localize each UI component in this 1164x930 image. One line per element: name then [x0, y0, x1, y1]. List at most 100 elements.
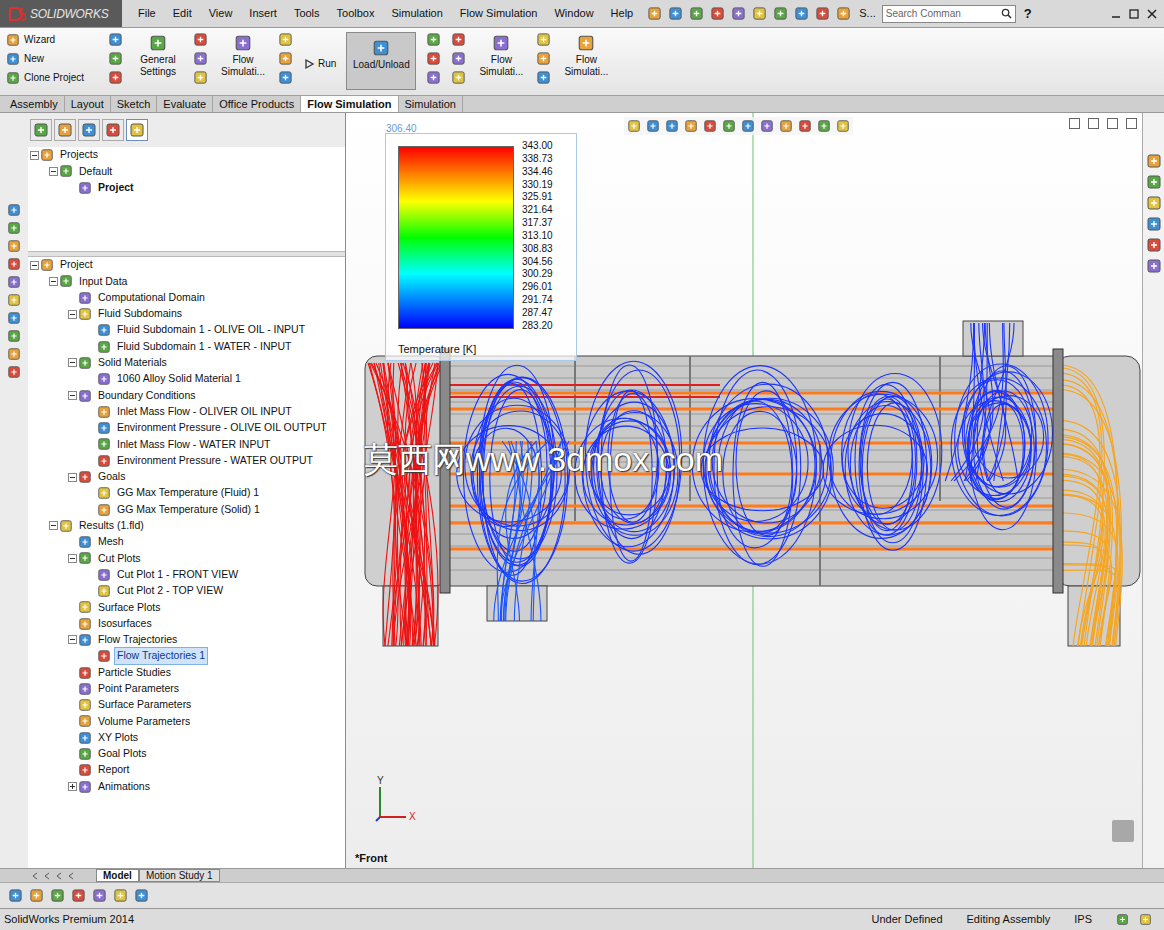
tab[interactable]: Assembly: [4, 96, 65, 112]
tree-item[interactable]: Goals: [28, 469, 345, 485]
viewport-control-icon[interactable]: [1106, 117, 1119, 130]
tree-item[interactable]: Particle Studies: [28, 664, 345, 680]
menu-item[interactable]: Window: [554, 5, 593, 22]
tree-item[interactable]: Projects: [28, 147, 345, 163]
tree-item[interactable]: XY Plots: [28, 730, 345, 746]
tree-item[interactable]: Computational Domain: [28, 290, 345, 306]
tab[interactable]: Evaluate: [157, 96, 213, 112]
tree-item[interactable]: Goal Plots: [28, 746, 345, 762]
tree-item[interactable]: Environment Pressure - WATER OUTPUT: [28, 453, 345, 469]
command-button[interactable]: Flow Simulati...: [561, 32, 611, 77]
panel-tab[interactable]: [78, 119, 100, 141]
menu-overflow[interactable]: S...: [859, 5, 876, 22]
menu-item[interactable]: Edit: [173, 5, 192, 22]
collapse-icon[interactable]: [30, 261, 39, 270]
tab[interactable]: Flow Simulation: [301, 96, 398, 112]
tree-item[interactable]: Isosurfaces: [28, 616, 345, 632]
graphics-viewport[interactable]: 306.40343.00338.73334.46330.19325.91321.…: [346, 113, 1142, 868]
collapse-icon[interactable]: [68, 635, 77, 644]
view-orientation-box[interactable]: [1112, 820, 1134, 842]
tab[interactable]: Simulation: [399, 96, 463, 112]
tree-item[interactable]: Surface Parameters: [28, 697, 345, 713]
tree-item[interactable]: Animations: [28, 779, 345, 795]
tree-item[interactable]: Boundary Conditions: [28, 387, 345, 403]
status-item[interactable]: IPS: [1074, 911, 1092, 928]
window-max-icon[interactable]: [1128, 8, 1140, 20]
viewport-control-icon[interactable]: [1087, 117, 1100, 130]
command-button[interactable]: Wizard: [6, 32, 98, 47]
tree-item[interactable]: Fluid Subdomain 1 - OLIVE OIL - INPUT: [28, 322, 345, 338]
collapse-icon[interactable]: [68, 310, 77, 319]
tree-item[interactable]: Inlet Mass Flow - OLIVER OIL INPUT: [28, 404, 345, 420]
tab-scroll-icon[interactable]: [30, 871, 40, 881]
menu-item[interactable]: Simulation: [391, 5, 442, 22]
collapse-icon[interactable]: [68, 391, 77, 400]
collapse-icon[interactable]: [68, 473, 77, 482]
menu-item[interactable]: Tools: [294, 5, 320, 22]
command-button[interactable]: Run: [303, 56, 336, 71]
menu-item[interactable]: Insert: [249, 5, 277, 22]
panel-tab[interactable]: [126, 119, 148, 141]
bottom-tab[interactable]: Model: [96, 869, 139, 882]
menu-item[interactable]: View: [209, 5, 233, 22]
tree-item[interactable]: Cut Plots: [28, 550, 345, 566]
tree-item[interactable]: Point Parameters: [28, 681, 345, 697]
tree-item[interactable]: Volume Parameters: [28, 713, 345, 729]
collapse-icon[interactable]: [49, 167, 58, 176]
tree-item[interactable]: 1060 Alloy Solid Material 1: [28, 371, 345, 387]
command-button[interactable]: Clone Project: [6, 70, 98, 85]
menu-item[interactable]: Flow Simulation: [460, 5, 538, 22]
search-field[interactable]: Search Comman: [882, 5, 1016, 23]
tab-scroll-icon[interactable]: [42, 871, 52, 881]
tree-item[interactable]: Fluid Subdomains: [28, 306, 345, 322]
collapse-icon[interactable]: [68, 554, 77, 563]
expand-icon[interactable]: [68, 782, 77, 791]
viewport-control-icon[interactable]: [1068, 117, 1081, 130]
menu-item[interactable]: Toolbox: [337, 5, 375, 22]
tree-item[interactable]: Default: [28, 163, 345, 179]
tree-item[interactable]: Environment Pressure - OLIVE OIL OUTPUT: [28, 420, 345, 436]
tree-item[interactable]: Flow Trajectories: [28, 632, 345, 648]
window-min-icon[interactable]: [1110, 8, 1122, 20]
viewport-control-icon[interactable]: [1125, 117, 1138, 130]
window-close-icon[interactable]: [1146, 8, 1158, 20]
command-button[interactable]: New: [6, 51, 98, 66]
tree-item[interactable]: Inlet Mass Flow - WATER INPUT: [28, 436, 345, 452]
collapse-icon[interactable]: [30, 151, 39, 160]
command-button[interactable]: Flow Simulati...: [476, 32, 526, 77]
tree-item[interactable]: Project: [28, 257, 345, 273]
collapse-icon[interactable]: [49, 277, 58, 286]
command-button[interactable]: General Settings: [133, 32, 183, 77]
help-button[interactable]: ?: [1024, 4, 1032, 24]
tree-item[interactable]: Cut Plot 1 - FRONT VIEW: [28, 567, 345, 583]
command-button[interactable]: Load/Unload: [346, 32, 416, 90]
collapse-icon[interactable]: [68, 358, 77, 367]
tree-item[interactable]: Solid Materials: [28, 355, 345, 371]
tree-item[interactable]: Input Data: [28, 273, 345, 289]
command-button[interactable]: Flow Simulati...: [218, 32, 268, 77]
tree-item[interactable]: GG Max Temperature (Solid) 1: [28, 501, 345, 517]
tab[interactable]: Office Products: [213, 96, 301, 112]
tab-scroll-icon[interactable]: [66, 871, 76, 881]
tab-scroll-icon[interactable]: [54, 871, 64, 881]
menu-item[interactable]: Help: [611, 5, 634, 22]
tree-item[interactable]: Mesh: [28, 534, 345, 550]
tree-item[interactable]: GG Max Temperature (Fluid) 1: [28, 485, 345, 501]
tree-item[interactable]: Surface Plots: [28, 599, 345, 615]
panel-tab[interactable]: [102, 119, 124, 141]
tab[interactable]: Layout: [65, 96, 111, 112]
menu-item[interactable]: File: [138, 5, 156, 22]
tree-item[interactable]: Project: [28, 180, 345, 196]
bottom-tab[interactable]: Motion Study 1: [139, 869, 220, 882]
tab[interactable]: Sketch: [111, 96, 158, 112]
splitter[interactable]: [28, 251, 345, 257]
tree-item[interactable]: Cut Plot 2 - TOP VIEW: [28, 583, 345, 599]
tree-item[interactable]: Results (1.fld): [28, 518, 345, 534]
tree-item[interactable]: Report: [28, 762, 345, 778]
panel-tab[interactable]: [30, 119, 52, 141]
panel-tab[interactable]: [54, 119, 76, 141]
tree-item[interactable]: Fluid Subdomain 1 - WATER - INPUT: [28, 338, 345, 354]
collapse-icon[interactable]: [49, 521, 58, 530]
tree-item[interactable]: Flow Trajectories 1: [28, 648, 345, 664]
tree-item-icon: [97, 454, 111, 468]
